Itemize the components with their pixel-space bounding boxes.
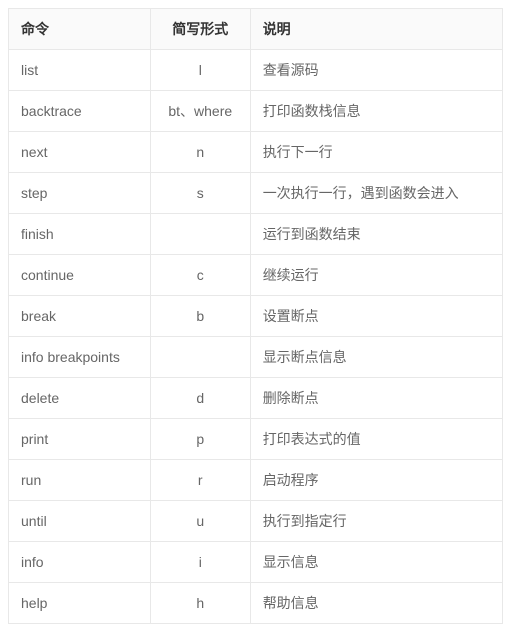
cell-command: next xyxy=(9,132,151,173)
cell-description: 启动程序 xyxy=(250,460,502,501)
cell-command: until xyxy=(9,501,151,542)
cell-command: info breakpoints xyxy=(9,337,151,378)
table-row: print p 打印表达式的值 xyxy=(9,419,503,460)
cell-description: 继续运行 xyxy=(250,255,502,296)
cell-shortform: l xyxy=(150,50,250,91)
cell-command: step xyxy=(9,173,151,214)
cell-shortform: d xyxy=(150,378,250,419)
cell-shortform: u xyxy=(150,501,250,542)
cell-shortform: c xyxy=(150,255,250,296)
cell-command: continue xyxy=(9,255,151,296)
cell-command: backtrace xyxy=(9,91,151,132)
cell-command: delete xyxy=(9,378,151,419)
table-header-row: 命令 简写形式 说明 xyxy=(9,9,503,50)
cell-command: list xyxy=(9,50,151,91)
cell-shortform xyxy=(150,337,250,378)
cell-description: 执行到指定行 xyxy=(250,501,502,542)
table-row: run r 启动程序 xyxy=(9,460,503,501)
header-shortform: 简写形式 xyxy=(150,9,250,50)
cell-description: 删除断点 xyxy=(250,378,502,419)
cell-description: 显示信息 xyxy=(250,542,502,583)
cell-shortform: n xyxy=(150,132,250,173)
cell-shortform xyxy=(150,214,250,255)
table-row: next n 执行下一行 xyxy=(9,132,503,173)
cell-shortform: h xyxy=(150,583,250,624)
cell-description: 执行下一行 xyxy=(250,132,502,173)
header-description: 说明 xyxy=(250,9,502,50)
cell-command: run xyxy=(9,460,151,501)
table-row: help h 帮助信息 xyxy=(9,583,503,624)
table-row: info breakpoints 显示断点信息 xyxy=(9,337,503,378)
table-row: backtrace bt、where 打印函数栈信息 xyxy=(9,91,503,132)
table-row: finish 运行到函数结束 xyxy=(9,214,503,255)
cell-description: 帮助信息 xyxy=(250,583,502,624)
cell-description: 设置断点 xyxy=(250,296,502,337)
cell-command: info xyxy=(9,542,151,583)
cell-shortform: s xyxy=(150,173,250,214)
table-row: until u 执行到指定行 xyxy=(9,501,503,542)
cell-command: finish xyxy=(9,214,151,255)
cell-shortform: i xyxy=(150,542,250,583)
table-row: info i 显示信息 xyxy=(9,542,503,583)
table-row: delete d 删除断点 xyxy=(9,378,503,419)
cell-description: 运行到函数结束 xyxy=(250,214,502,255)
table-row: list l 查看源码 xyxy=(9,50,503,91)
table-row: break b 设置断点 xyxy=(9,296,503,337)
table-row: continue c 继续运行 xyxy=(9,255,503,296)
cell-command: help xyxy=(9,583,151,624)
cell-description: 查看源码 xyxy=(250,50,502,91)
gdb-commands-table: 命令 简写形式 说明 list l 查看源码 backtrace bt、wher… xyxy=(8,8,503,624)
cell-shortform: bt、where xyxy=(150,91,250,132)
cell-description: 显示断点信息 xyxy=(250,337,502,378)
cell-description: 打印函数栈信息 xyxy=(250,91,502,132)
cell-shortform: b xyxy=(150,296,250,337)
header-command: 命令 xyxy=(9,9,151,50)
cell-description: 一次执行一行，遇到函数会进入 xyxy=(250,173,502,214)
cell-command: print xyxy=(9,419,151,460)
cell-description: 打印表达式的值 xyxy=(250,419,502,460)
table-body: list l 查看源码 backtrace bt、where 打印函数栈信息 n… xyxy=(9,50,503,624)
table-row: step s 一次执行一行，遇到函数会进入 xyxy=(9,173,503,214)
cell-command: break xyxy=(9,296,151,337)
cell-shortform: p xyxy=(150,419,250,460)
cell-shortform: r xyxy=(150,460,250,501)
